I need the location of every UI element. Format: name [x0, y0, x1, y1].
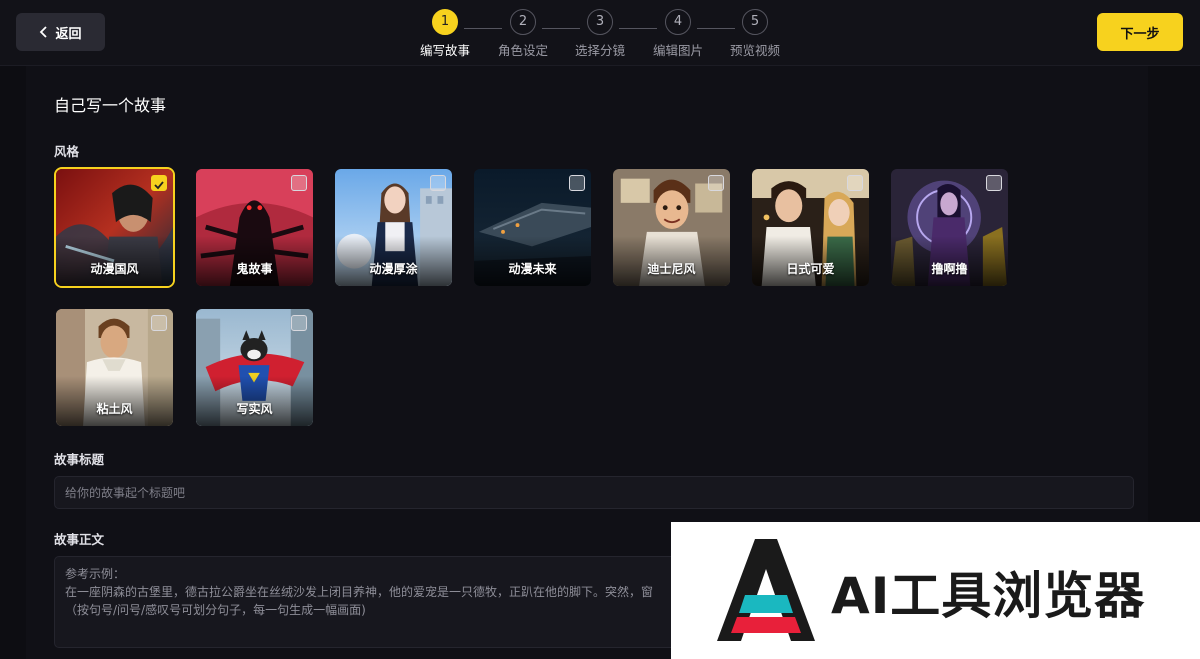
style-name: 写实风: [236, 402, 273, 416]
style-name: 动漫未来: [508, 262, 557, 276]
chevron-left-icon: [40, 26, 48, 38]
watermark-text: AI工具浏览器: [831, 567, 1146, 625]
step-5-label: 预览视频: [729, 43, 780, 58]
step-3-label: 选择分镜: [574, 43, 625, 58]
story-title-label: 故事标题: [54, 452, 105, 467]
style-card-anime-guofeng[interactable]: 动漫国风: [54, 167, 175, 288]
style-name: 日式可爱: [786, 262, 835, 276]
step-2-number: 2: [510, 9, 536, 35]
step-1-label: 编写故事: [419, 43, 470, 58]
style-checkbox[interactable]: [291, 175, 307, 191]
style-name: 鬼故事: [236, 262, 273, 276]
next-step-button[interactable]: 下一步: [1097, 13, 1183, 51]
watermark-logo-icon: [717, 539, 815, 641]
step-2-label: 角色设定: [497, 43, 548, 58]
step-5-number: 5: [742, 9, 768, 35]
step-1-number: 1: [432, 9, 458, 35]
step-3-number: 3: [587, 9, 613, 35]
style-name: 撸啊撸: [931, 262, 968, 276]
style-name: 动漫厚涂: [369, 262, 418, 276]
style-card-disney[interactable]: 迪士尼风: [611, 167, 732, 288]
style-card-ghost-story[interactable]: 鬼故事: [194, 167, 315, 288]
style-checkbox[interactable]: [291, 315, 307, 331]
style-card-japanese-cute[interactable]: 日式可爱: [750, 167, 871, 288]
style-checkbox[interactable]: [151, 175, 167, 191]
style-name: 粘土风: [96, 402, 133, 416]
story-title-input[interactable]: [54, 476, 1134, 509]
step-5[interactable]: 5 预览视频: [720, 8, 790, 59]
style-card-realistic[interactable]: 写实风: [194, 307, 315, 428]
style-card-clay[interactable]: 粘土风: [54, 307, 175, 428]
step-3[interactable]: 3 选择分镜: [565, 8, 635, 59]
step-4[interactable]: 4 编辑图片: [643, 8, 713, 59]
page-title: 自己写一个故事: [54, 96, 167, 115]
style-card-anime-future[interactable]: 动漫未来: [472, 167, 593, 288]
step-4-label: 编辑图片: [652, 43, 703, 58]
step-progress: 1 编写故事 2 角色设定 3 选择分镜 4 编辑图片 5 预览视频: [410, 8, 790, 60]
watermark-banner: AI工具浏览器: [671, 522, 1200, 659]
step-2[interactable]: 2 角色设定: [488, 8, 558, 59]
style-checkbox[interactable]: [569, 175, 585, 191]
style-checkbox[interactable]: [847, 175, 863, 191]
style-card-anime-thick-paint[interactable]: 动漫厚涂: [333, 167, 454, 288]
story-body-label: 故事正文: [54, 532, 105, 547]
style-checkbox[interactable]: [151, 315, 167, 331]
check-icon: [154, 181, 164, 190]
style-checkbox[interactable]: [708, 175, 724, 191]
back-button[interactable]: 返回: [16, 13, 105, 51]
step-4-number: 4: [665, 9, 691, 35]
step-1[interactable]: 1 编写故事: [410, 8, 480, 59]
back-button-label: 返回: [55, 26, 82, 42]
style-card-lol[interactable]: 撸啊撸: [889, 167, 1010, 288]
top-bar: 返回 1 编写故事 2 角色设定 3 选择分镜 4 编辑图片 5 预览视频 下一…: [0, 0, 1200, 66]
style-checkbox[interactable]: [430, 175, 446, 191]
style-checkbox[interactable]: [986, 175, 1002, 191]
style-name: 迪士尼风: [647, 262, 696, 276]
style-name: 动漫国风: [90, 262, 139, 276]
style-label: 风格: [54, 144, 80, 159]
